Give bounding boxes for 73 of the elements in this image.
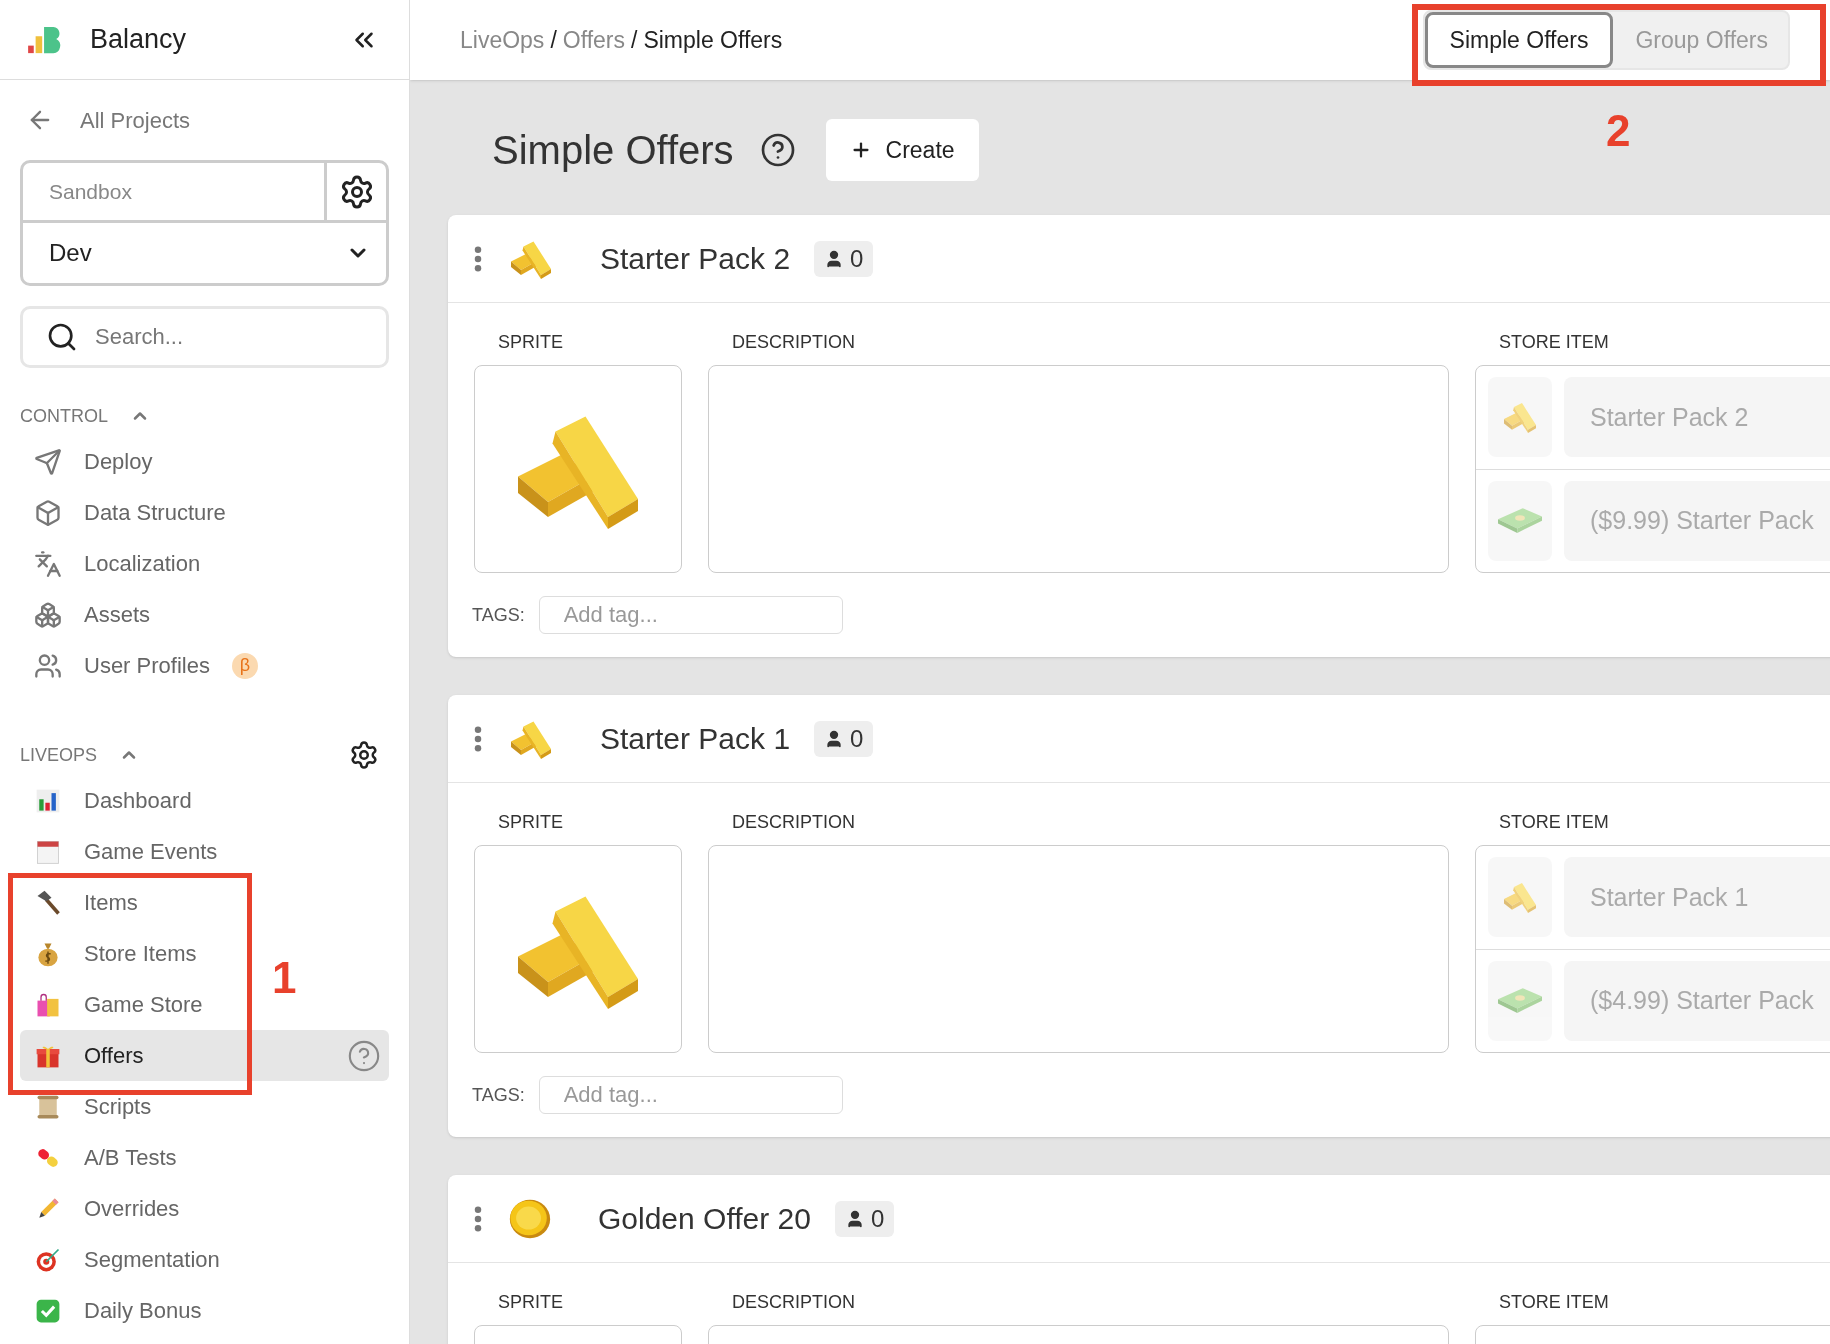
field-label: DESCRIPTION (731, 811, 856, 834)
sidebar-item[interactable]: Assets (20, 589, 159, 640)
field-label: DESCRIPTION (731, 1291, 856, 1314)
sidebar-item[interactable]: Store Items (20, 928, 205, 979)
sidebar-item[interactable]: Dashboard (20, 775, 200, 826)
beta-badge: β (231, 652, 258, 679)
environment-dropdown[interactable]: Dev (23, 223, 386, 283)
users-icon (34, 651, 62, 680)
description-field[interactable] (708, 845, 1449, 1053)
field-label: SPRITE (497, 1291, 564, 1314)
offer-name: Starter Pack 2 (600, 241, 791, 277)
breadcrumb-separator: / (550, 25, 557, 55)
sidebar-item[interactable]: Game Store (20, 979, 211, 1030)
sidebar-item[interactable]: Items (20, 877, 146, 928)
sidebar-item[interactable]: Deploy (20, 436, 161, 487)
user-count-badge: 0 (834, 1200, 895, 1237)
help-icon (347, 1038, 381, 1073)
sidebar-item[interactable]: Daily Bonus (20, 1285, 210, 1336)
page-title: Simple Offers (492, 127, 734, 174)
sidebar-item[interactable]: Localization (20, 538, 209, 589)
drag-handle-icon[interactable] (474, 245, 482, 272)
annotation-number: 2 (1606, 105, 1631, 157)
field-label: STORE ITEM (1498, 331, 1610, 354)
boxes-icon (34, 600, 62, 629)
sidebar-item[interactable]: A/B Tests (20, 1132, 185, 1183)
tags-label: TAGS: (472, 603, 525, 627)
translate-icon (34, 549, 62, 578)
sidebar-item[interactable]: Game Events (20, 826, 226, 877)
sidebar-item[interactable]: Scripts (20, 1081, 160, 1132)
search-field[interactable]: Search... (20, 306, 389, 368)
section-header[interactable]: CONTROL (20, 402, 150, 430)
user-count-badge: 0 (814, 720, 874, 757)
offer-name: Starter Pack 1 (600, 721, 791, 757)
breadcrumb-link[interactable]: Simple Offers (643, 22, 783, 58)
store-item-name: ($9.99) Starter Pack (1564, 480, 1830, 561)
offer-name: Golden Offer 20 (598, 1201, 811, 1237)
user-count-badge: 0 (814, 240, 874, 277)
paper-plane-icon (34, 447, 62, 476)
project-name: Sandbox (48, 178, 133, 205)
section-header[interactable]: LIVEOPS (20, 741, 140, 769)
tags-label: TAGS: (472, 1083, 525, 1107)
breadcrumb-link[interactable]: Offers (562, 22, 625, 58)
field-label: DESCRIPTION (731, 331, 856, 354)
store-item-name: Starter Pack 1 (1564, 857, 1830, 938)
view-tab[interactable]: Simple Offers (1424, 12, 1614, 68)
field-label: SPRITE (497, 331, 564, 354)
back-link[interactable]: All Projects (20, 80, 389, 160)
drag-handle-icon[interactable] (474, 725, 482, 752)
field-label: STORE ITEM (1498, 1291, 1610, 1314)
field-label: STORE ITEM (1498, 811, 1610, 834)
search-icon (46, 321, 78, 353)
sidebar-item[interactable]: Overrides (20, 1183, 188, 1234)
sidebar-item[interactable]: Offers (20, 1030, 389, 1081)
cash-icon (1498, 988, 1542, 1014)
tag-input[interactable]: Add tag... (538, 1076, 843, 1114)
cash-icon (1498, 508, 1542, 534)
sidebar-item[interactable]: User Profiles β (20, 640, 266, 691)
store-item-name: ($4.99) Starter Pack (1564, 960, 1830, 1041)
help-icon[interactable] (759, 132, 796, 168)
breadcrumb-link[interactable]: LiveOps (460, 22, 545, 58)
brand-name: Balancy (90, 23, 188, 57)
create-button[interactable]: Create (825, 119, 979, 181)
tag-input[interactable]: Add tag... (538, 596, 843, 634)
settings-icon[interactable] (349, 740, 379, 770)
field-label: SPRITE (497, 811, 564, 834)
breadcrumb-separator: / (631, 25, 638, 55)
sidebar-item[interactable]: Segmentation (20, 1234, 228, 1285)
cube-icon (34, 498, 62, 527)
description-field[interactable] (708, 365, 1449, 573)
drag-handle-icon[interactable] (474, 1205, 482, 1232)
store-item-name: Starter Pack 2 (1564, 377, 1830, 458)
sidebar-item[interactable]: Data Structure (20, 487, 234, 538)
annotation-number: 1 (272, 952, 297, 1004)
